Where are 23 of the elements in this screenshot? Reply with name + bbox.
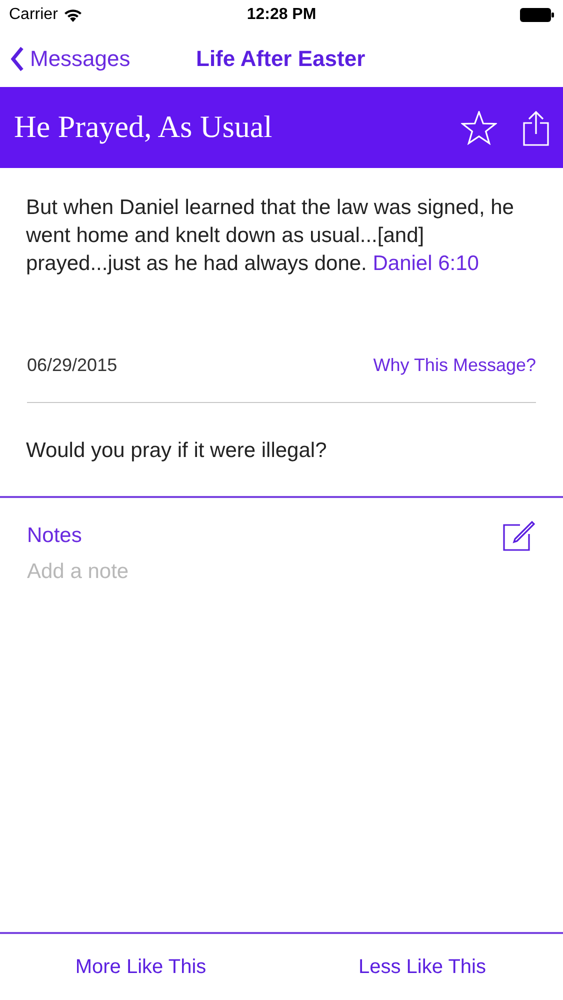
feedback-button[interactable]: Less Like This	[282, 934, 563, 1000]
star-icon	[461, 110, 497, 144]
verse-reference-link[interactable]: Daniel 6:10	[372, 252, 479, 275]
question-text: Would you pray if it were illegal?	[26, 439, 327, 462]
verse-text: But when Daniel learned that the law was signed, he went home and knelt down as usual...[and] prayed...just as he had always done. Daniel 6:10	[26, 195, 515, 277]
wifi-icon	[64, 8, 82, 22]
carrier-label: Carrier	[9, 5, 58, 25]
message-title: He Prayed, As Usual	[14, 108, 274, 146]
message-date: 06/29/2015	[27, 354, 118, 376]
edit-note-button[interactable]	[503, 520, 535, 552]
back-button[interactable]: Messages	[10, 42, 130, 75]
compose-icon	[503, 520, 535, 552]
star-button[interactable]	[461, 110, 497, 144]
chevron-left-icon	[10, 46, 24, 72]
feedback-button[interactable]: More Like This	[0, 934, 282, 1000]
share-button[interactable]	[523, 110, 549, 146]
notes-heading: Notes	[27, 523, 82, 549]
share-icon	[523, 110, 549, 146]
battery-icon	[520, 8, 554, 22]
nav-title: Life After Easter	[196, 45, 366, 73]
why-message-link[interactable]: Why This Message?	[373, 352, 536, 378]
clock-time: 12:28 PM	[246, 5, 316, 25]
note-input[interactable]: Add a note	[27, 556, 536, 587]
